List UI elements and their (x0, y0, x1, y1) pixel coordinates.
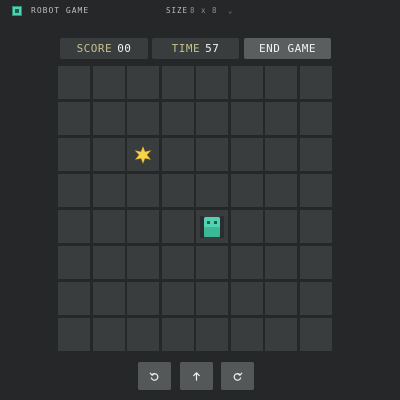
board-cell (127, 246, 159, 279)
board-cell (127, 138, 159, 171)
time-label: TIME (171, 42, 201, 55)
board-cell (299, 66, 332, 99)
board-cell (92, 210, 125, 243)
board-cell (161, 138, 194, 171)
chevron-down-icon: ⌄ (228, 7, 234, 15)
board-cell (299, 138, 332, 171)
robot-icon (200, 215, 224, 238)
board-cell (161, 174, 194, 207)
rotate-right-button[interactable] (221, 362, 254, 390)
board-cell (265, 102, 297, 135)
board-cell (161, 66, 194, 99)
board-cell (92, 102, 125, 135)
board-cell (265, 246, 297, 279)
board-cell (299, 174, 332, 207)
board-cell (265, 210, 297, 243)
top-bar: ROBOT GAME SIZE 8 x 8 ⌄ (0, 0, 400, 24)
board-cell (265, 282, 297, 315)
board-cell (92, 66, 125, 99)
size-label: SIZE (166, 6, 189, 15)
end-game-button[interactable]: END GAME (244, 38, 331, 59)
board-cell (58, 210, 90, 243)
board-cell (161, 246, 194, 279)
board-cell (161, 102, 194, 135)
board-cell (127, 318, 159, 351)
board-cell (299, 210, 332, 243)
arrow-up-icon (193, 371, 200, 381)
board-cell (58, 318, 90, 351)
app-title: ROBOT GAME (31, 6, 90, 15)
board-cell (196, 210, 228, 243)
score-value: 00 (117, 42, 132, 55)
game-board (58, 66, 334, 354)
board-cell (196, 282, 228, 315)
board-cell (92, 318, 125, 351)
rotate-left-button[interactable] (138, 362, 171, 390)
size-value: 8 x 8 (190, 6, 218, 15)
board-cell (127, 102, 159, 135)
size-select[interactable]: 8 x 8 ⌄ (190, 6, 233, 15)
board-cell (92, 174, 125, 207)
board-cell (230, 246, 263, 279)
score-display: SCORE 00 (60, 38, 148, 59)
board-cell (196, 138, 228, 171)
board-cell (196, 174, 228, 207)
board-cell (196, 66, 228, 99)
board-cell (265, 138, 297, 171)
board-cell (196, 102, 228, 135)
board-cell (196, 318, 228, 351)
board-cell (299, 102, 332, 135)
board-cell (299, 282, 332, 315)
board-cell (127, 174, 159, 207)
board-cell (230, 102, 263, 135)
board-cell (265, 318, 297, 351)
rotate-right-icon (233, 372, 243, 381)
board-cell (58, 138, 90, 171)
board-cell (161, 282, 194, 315)
rotate-left-icon (149, 372, 159, 381)
board-cell (127, 282, 159, 315)
board-cell (230, 174, 263, 207)
time-display: TIME 57 (152, 38, 239, 59)
board-cell (230, 138, 263, 171)
board-cell (92, 246, 125, 279)
board-cell (127, 210, 159, 243)
board-cell (196, 246, 228, 279)
board-cell (58, 282, 90, 315)
board-cell (92, 138, 125, 171)
board-cell (161, 318, 194, 351)
board-cell (58, 174, 90, 207)
board-cell (230, 66, 263, 99)
board-cell (161, 210, 194, 243)
time-value: 57 (205, 42, 220, 55)
board-cell (58, 102, 90, 135)
board-cell (58, 66, 90, 99)
board-cell (265, 174, 297, 207)
board-cell (58, 246, 90, 279)
board-cell (230, 318, 263, 351)
star-icon (134, 145, 152, 164)
score-label: SCORE (76, 42, 113, 55)
board-cell (127, 66, 159, 99)
board-cell (299, 246, 332, 279)
move-forward-button[interactable] (180, 362, 213, 390)
board-cell (92, 282, 125, 315)
board-cell (230, 210, 263, 243)
robot-app-icon (12, 6, 22, 16)
board-cell (299, 318, 332, 351)
board-cell (230, 282, 263, 315)
board-cell (265, 66, 297, 99)
